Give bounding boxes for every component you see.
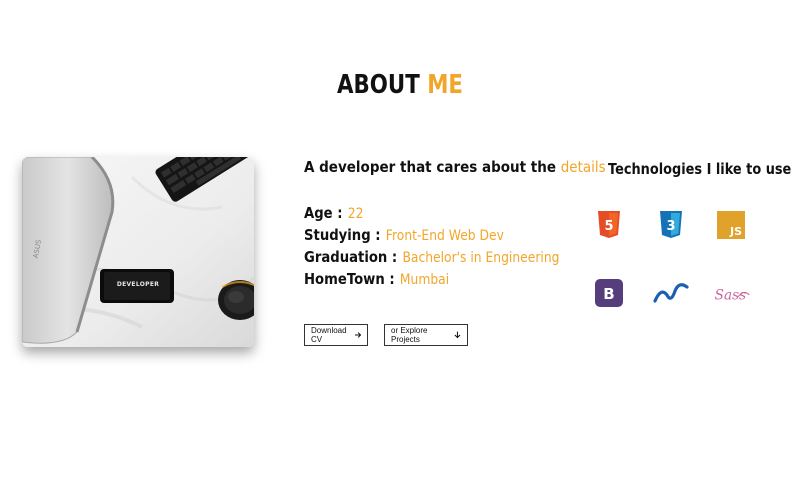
detail-label: HomeTown :	[304, 270, 395, 288]
explore-projects-button[interactable]: or Explore Projects	[384, 324, 468, 346]
section-title-accent: ME	[427, 70, 463, 100]
arrow-down-icon	[454, 331, 461, 339]
detail-value: Bachelor's in Engineering	[402, 250, 560, 266]
detail-label: Studying :	[304, 226, 381, 244]
detail-studying: Studying : Front-End Web Dev	[304, 224, 559, 246]
tagline-main-text: A developer that cares about the	[304, 158, 557, 176]
tagline-accent-text: details	[560, 158, 606, 176]
detail-value: Front-End Web Dev	[385, 228, 504, 244]
detail-hometown: HomeTown : Mumbai	[304, 268, 559, 290]
arrow-right-icon	[354, 332, 361, 338]
detail-age: Age :22	[304, 202, 559, 224]
svg-text:Sass: Sass	[715, 287, 746, 303]
html5-icon: 5	[589, 207, 629, 243]
javascript-icon: JS	[711, 207, 751, 243]
personal-details: Age :22 Studying : Front-End Web Dev Grad…	[304, 202, 594, 290]
detail-graduation: Graduation : Bachelor's in Engineering	[304, 246, 559, 268]
detail-label: Graduation :	[304, 248, 398, 266]
tailwind-icon	[651, 275, 691, 311]
svg-text:JS: JS	[729, 225, 742, 238]
phone-screen-text: DEVELOPER	[116, 281, 160, 288]
section-title: ABOUT ME	[72, 70, 728, 100]
download-cv-button[interactable]: Download CV	[304, 324, 368, 346]
download-cv-label: Download CV	[311, 326, 347, 344]
intro-tagline: A developer that cares about the details	[304, 158, 606, 176]
svg-text:3: 3	[666, 219, 675, 234]
svg-text:B: B	[603, 285, 614, 303]
bootstrap-icon: B	[589, 275, 629, 311]
detail-label: Age :	[304, 204, 343, 222]
svg-text:5: 5	[604, 219, 613, 234]
technologies-title: Technologies I like to use	[608, 160, 792, 178]
detail-value: 22	[347, 206, 364, 222]
desk-illustration	[22, 157, 254, 347]
developer-desk-photo: ASUS DEVELOPER	[22, 157, 254, 347]
explore-projects-label: or Explore Projects	[391, 326, 428, 344]
sass-icon: Sass	[711, 275, 751, 311]
css3-icon: 3	[651, 207, 691, 243]
section-title-main: ABOUT	[337, 70, 420, 100]
detail-value: Mumbai	[399, 272, 450, 288]
